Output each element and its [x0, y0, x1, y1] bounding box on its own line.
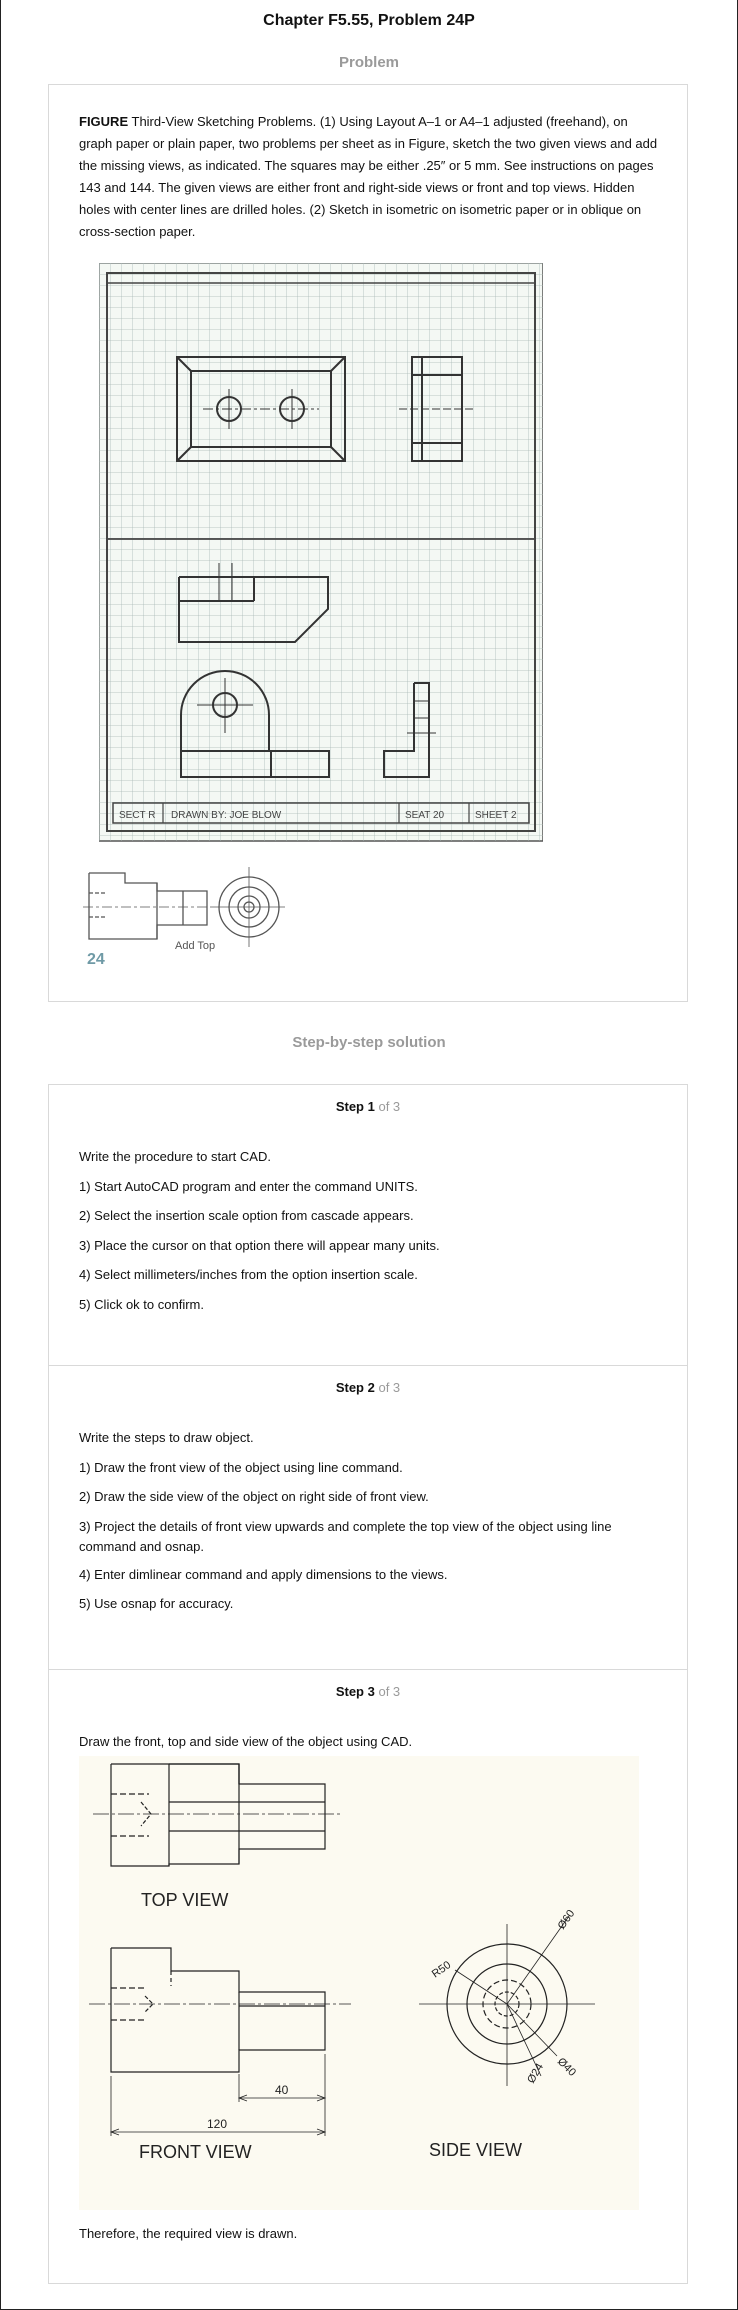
step-2-line: 4) Enter dimlinear command and apply dim…	[79, 1567, 448, 1582]
step-2: Step 2 of 3 Write the steps to draw obje…	[49, 1365, 687, 1669]
step-2-line: 1) Draw the front view of the object usi…	[79, 1460, 403, 1475]
problem-card: FIGURE Third-View Sketching Problems. (1…	[48, 84, 688, 1002]
step-1-label: Step 1	[335, 1099, 375, 1114]
step-2-line: 2) Draw the side view of the object on r…	[79, 1489, 429, 1504]
solution-card: Step 1 of 3 Write the procedure to start…	[48, 1084, 688, 2284]
step-1-header: Step 1 of 3	[49, 1099, 687, 1114]
step-1-line: 5) Click ok to confirm.	[79, 1297, 204, 1312]
title-block-sheet: SHEET 2	[475, 810, 517, 821]
step-1-line: Write the procedure to start CAD.	[79, 1149, 271, 1164]
step-2-line: Write the steps to draw object.	[79, 1430, 254, 1445]
step-1: Step 1 of 3 Write the procedure to start…	[49, 1085, 687, 1365]
figure-label: FIGURE	[79, 114, 129, 129]
problem-number: 24	[87, 951, 105, 968]
title-block-drawn-by: DRAWN BY: JOE BLOW	[171, 810, 282, 821]
title-block-seat: SEAT 20	[405, 810, 445, 821]
top-view-label: TOP VIEW	[141, 1890, 228, 1910]
front-view-label: FRONT VIEW	[139, 2142, 252, 2162]
problem-24-sketch: 24 Add Top	[83, 867, 285, 968]
problem-statement: FIGURE Third-View Sketching Problems. (1…	[79, 111, 659, 243]
step-3-intro: Draw the front, top and side view of the…	[79, 1734, 413, 1749]
dimension-40: 40	[275, 2083, 289, 2097]
step-1-line: 3) Place the cursor on that option there…	[79, 1238, 440, 1253]
side-view-label: SIDE VIEW	[429, 2140, 522, 2160]
step-2-count: of 3	[378, 1380, 401, 1395]
step-2-label: Step 2	[335, 1380, 375, 1395]
step-3: Step 3 of 3 Draw the front, top and side…	[49, 1669, 687, 2283]
step-3-label: Step 3	[335, 1684, 375, 1699]
step-3-header: Step 3 of 3	[49, 1684, 687, 1699]
step-2-header: Step 2 of 3	[49, 1380, 687, 1395]
figure-caption: Add Top	[175, 940, 215, 952]
problem-section-title: Problem	[338, 54, 399, 71]
step-1-count: of 3	[378, 1099, 401, 1114]
step-2-line: 5) Use osnap for accuracy.	[79, 1596, 234, 1611]
page-border-left	[0, 0, 1, 2310]
step-1-line: 1) Start AutoCAD program and enter the c…	[79, 1179, 418, 1194]
problem-description: Third-View Sketching Problems. (1) Using…	[79, 114, 658, 239]
title-block-sect: SECT R	[119, 810, 156, 821]
cad-drawing: TOP VIEW 40 120 FRONT VIEW Ø60 R50 Ø40 Ø…	[79, 1756, 639, 2210]
problem-figure: SECT R DRAWN BY: JOE BLOW SEAT 20 SHEET …	[99, 263, 543, 842]
step-3-conclusion: Therefore, the required view is drawn.	[79, 2226, 298, 2241]
page-title: Chapter F5.55, Problem 24P	[263, 12, 475, 29]
step-1-line: 2) Select the insertion scale option fro…	[79, 1208, 414, 1223]
step-3-count: of 3	[378, 1684, 401, 1699]
solution-section-title: Step-by-step solution	[292, 1034, 446, 1051]
step-2-line: 3) Project the details of front view upw…	[79, 1519, 612, 1554]
dimension-120: 120	[207, 2117, 227, 2131]
step-1-line: 4) Select millimeters/inches from the op…	[79, 1267, 418, 1282]
